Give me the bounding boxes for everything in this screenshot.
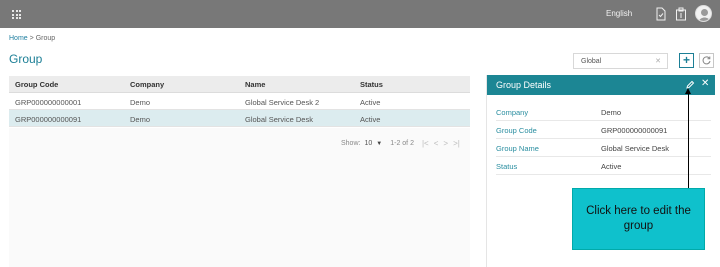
clear-search-icon[interactable]: ✕ [655,57,661,65]
document-icon[interactable] [655,7,667,21]
search-input[interactable]: Global ✕ [573,53,668,69]
cell-name: Global Service Desk [245,115,313,124]
grid-header: Group Code Company Name Status [9,76,470,93]
detail-label: Company [496,108,529,117]
table-row-selected[interactable]: GRP000000000091 Demo Global Service Desk… [9,110,470,127]
detail-label: Status [496,162,518,171]
cell-status: Active [360,115,381,124]
breadcrumb: Home > Group [9,35,55,42]
prev-page-icon[interactable]: < [434,139,439,148]
page-size-caret-icon[interactable]: ▼ [376,141,382,147]
page-size-select[interactable]: 10 [364,140,372,147]
cell-name: Global Service Desk 2 [245,98,320,107]
detail-label: Group Code [496,126,537,135]
close-icon[interactable]: ✕ [701,78,709,89]
last-page-icon[interactable]: >| [453,139,460,148]
detail-value: Global Service Desk [601,144,669,153]
add-group-button[interactable]: + [679,53,694,68]
column-header-name[interactable]: Name [239,76,354,92]
language-selector[interactable]: English [606,9,632,18]
page-range: 1-2 of 2 [390,140,414,147]
user-icon [698,9,711,21]
user-avatar[interactable] [695,5,712,22]
group-grid: Group Code Company Name Status GRP000000… [9,76,470,127]
cell-status: Active [360,98,381,107]
column-header-status[interactable]: Status [354,76,470,92]
refresh-button[interactable] [699,53,714,68]
search-value: Global [581,58,602,65]
first-page-icon[interactable]: |< [422,139,429,148]
detail-value: Active [601,162,622,171]
callout-text: Click here to edit the group [586,205,691,232]
page-size-label: Show: [341,140,361,147]
next-page-icon[interactable]: > [443,139,448,148]
details-title: Group Details [496,80,552,90]
details-header: Group Details ✕ [487,75,715,95]
detail-row-company: Company Demo [496,103,711,121]
detail-value: Demo [601,108,622,117]
detail-row-group-code: Group Code GRP000000000091 [496,121,711,139]
cell-company: Demo [130,98,151,107]
cell-group-code: GRP000000000001 [15,98,82,107]
callout-arrow-line [688,92,689,188]
breadcrumb-home[interactable]: Home [9,35,28,42]
refresh-icon [702,56,711,65]
column-header-company[interactable]: Company [124,76,239,92]
page-title: Group [9,52,43,66]
grid-empty-area [9,128,470,267]
pagination: Show: 10 ▼ 1-2 of 2 |< < > >| [341,139,465,148]
detail-label: Group Name [496,144,539,153]
detail-row-group-name: Group Name Global Service Desk [496,139,711,157]
cell-company: Demo [130,115,151,124]
clipboard-icon[interactable] [675,7,687,21]
top-bar: English [0,0,720,28]
edit-callout: Click here to edit the group [572,188,705,250]
breadcrumb-separator: > [29,35,34,42]
breadcrumb-current: Group [35,35,56,42]
detail-row-status: Status Active [496,157,711,175]
cell-group-code: GRP000000000091 [15,115,82,124]
apps-grid-icon[interactable] [12,10,21,19]
column-header-group-code[interactable]: Group Code [9,76,124,92]
detail-value: GRP000000000091 [601,126,668,135]
table-row[interactable]: GRP000000000001 Demo Global Service Desk… [9,93,470,110]
